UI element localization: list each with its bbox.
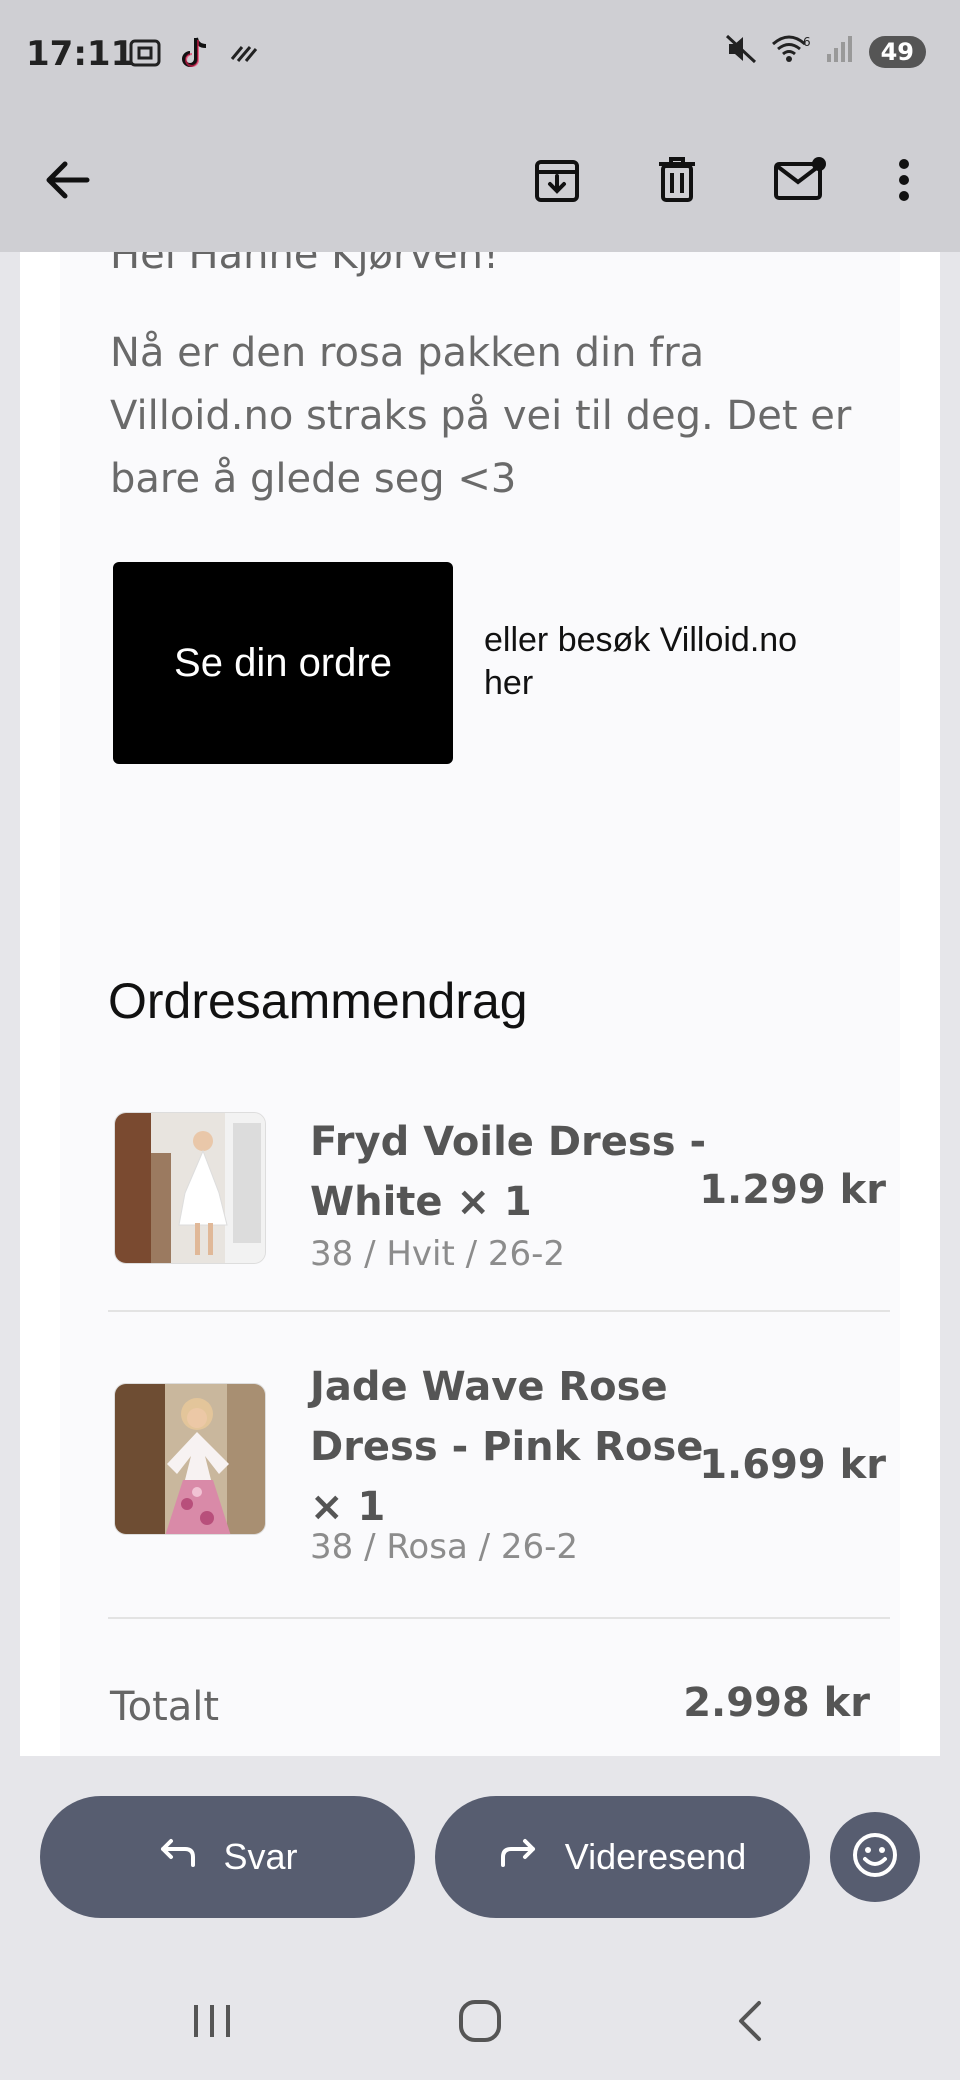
- wifi-icon: 6: [771, 34, 811, 69]
- item-price: 1.299 kr: [699, 1167, 886, 1213]
- home-icon[interactable]: [450, 1996, 510, 2046]
- email-card: Hei Hanne Kjørven! Nå er den rosa pakken…: [60, 252, 900, 1756]
- greeting: Hei Hanne Kjørven!: [110, 252, 500, 278]
- visit-store-link[interactable]: eller besøk Villoid.no her: [484, 619, 844, 705]
- back-nav-icon[interactable]: [720, 1996, 780, 2046]
- total-label: Totalt: [110, 1684, 220, 1730]
- arrow-left-icon[interactable]: [36, 148, 100, 212]
- item-name: Fryd Voile Dress - White × 1: [310, 1119, 707, 1225]
- smiley-icon: [851, 1831, 899, 1884]
- tiktok-icon: [180, 36, 210, 75]
- intro-text: Nå er den rosa pakken din fra Villoid.no…: [110, 330, 852, 502]
- order-summary-title: Ordresammendrag: [108, 973, 528, 1029]
- app-bar: [0, 110, 960, 252]
- mute-icon: [725, 34, 757, 69]
- total-value: 2.998 kr: [683, 1680, 870, 1726]
- email-screen: 17:11 6 49 Hei Hanne Kjørven! Nå er den …: [0, 0, 960, 2080]
- item-price: 1.699 kr: [699, 1442, 886, 1488]
- item-name: Jade Wave Rose Dress - Pink Rose × 1: [310, 1364, 704, 1530]
- order-item: Fryd Voile Dress - White × 1 38 / Hvit /…: [108, 1112, 890, 1312]
- product-image: [114, 1383, 266, 1535]
- divider: [108, 1310, 890, 1312]
- network-badge: 6: [803, 35, 811, 49]
- divider: [108, 1617, 890, 1619]
- reply-icon: [157, 1836, 197, 1878]
- trash-icon[interactable]: [645, 148, 709, 212]
- item-variant: 38 / Rosa / 26-2: [310, 1527, 579, 1567]
- forward-label: Videresend: [564, 1836, 747, 1877]
- data-saver-icon: [228, 41, 258, 70]
- product-image: [114, 1112, 266, 1264]
- item-variant: 38 / Hvit / 26-2: [310, 1234, 566, 1274]
- forward-button[interactable]: Videresend: [435, 1796, 810, 1918]
- status-time: 17:11: [26, 34, 135, 74]
- forward-icon: [499, 1836, 539, 1878]
- recent-apps-icon[interactable]: [182, 1996, 242, 2046]
- more-vert-icon[interactable]: [872, 148, 936, 212]
- email-body-scroll[interactable]: Hei Hanne Kjørven! Nå er den rosa pakken…: [20, 252, 940, 1756]
- status-bar: 17:11 6 49: [0, 0, 960, 110]
- notification-icons: [128, 36, 258, 75]
- battery-indicator: 49: [868, 35, 926, 68]
- system-icons: 6 49: [725, 34, 926, 69]
- view-order-button[interactable]: Se din ordre: [113, 562, 453, 764]
- order-item: Jade Wave Rose Dress - Pink Rose × 1 38 …: [108, 1357, 890, 1567]
- emoji-reaction-button[interactable]: [830, 1812, 920, 1902]
- mark-unread-icon[interactable]: [768, 148, 832, 212]
- screenshot-icon: [128, 38, 162, 73]
- archive-icon[interactable]: [525, 148, 589, 212]
- system-nav-bar: [0, 1960, 960, 2080]
- reply-button[interactable]: Svar: [40, 1796, 415, 1918]
- signal-icon: [825, 34, 855, 69]
- reply-label: Svar: [223, 1836, 298, 1877]
